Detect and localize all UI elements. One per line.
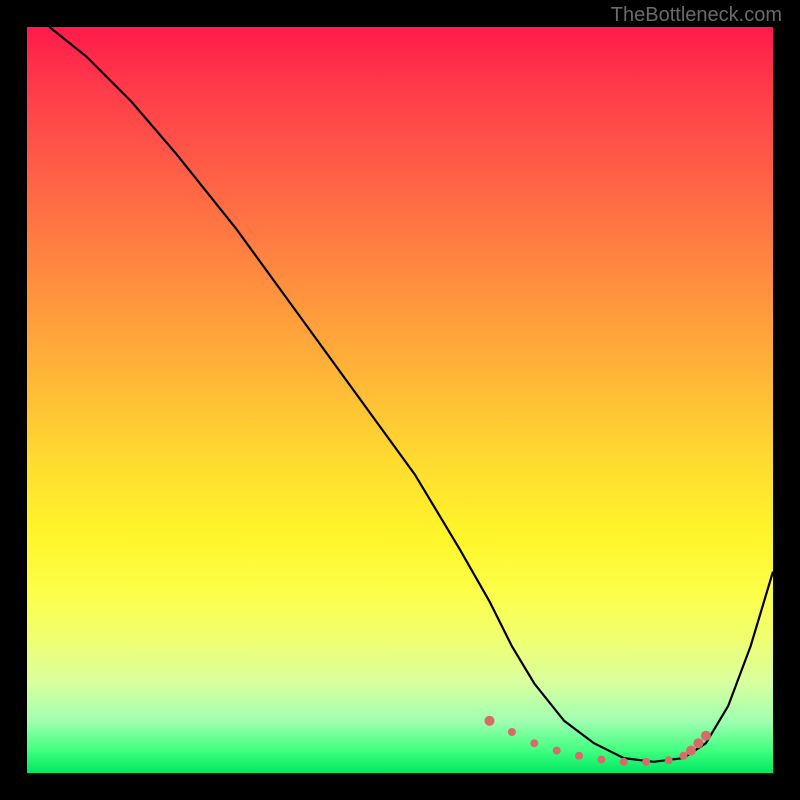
dot <box>620 758 628 766</box>
dot <box>686 746 696 756</box>
dot <box>597 756 605 764</box>
dot <box>530 739 538 747</box>
dot <box>485 716 495 726</box>
chart-svg <box>27 27 773 773</box>
dot <box>642 758 650 766</box>
dot <box>553 747 561 755</box>
dot <box>575 752 583 760</box>
dot <box>508 728 516 736</box>
watermark-text: TheBottleneck.com <box>611 4 782 27</box>
main-curve <box>49 27 773 762</box>
dot <box>701 731 711 741</box>
dot <box>680 752 688 760</box>
dot <box>693 738 703 748</box>
dot <box>665 756 673 764</box>
plot-area <box>27 27 773 773</box>
